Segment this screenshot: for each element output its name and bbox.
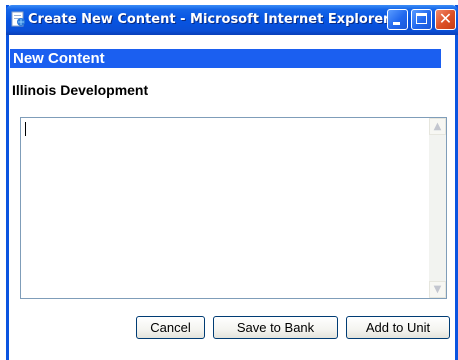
add-to-unit-button[interactable]: Add to Unit [346, 316, 450, 339]
maximize-icon [416, 13, 427, 24]
window-title: Create New Content - Microsoft Internet … [28, 12, 390, 27]
close-button[interactable]: ✕ [435, 9, 456, 30]
close-icon: ✕ [438, 9, 453, 28]
cancel-button[interactable]: Cancel [136, 316, 205, 339]
title-bar[interactable]: Create New Content - Microsoft Internet … [6, 5, 458, 35]
content-textarea[interactable]: ▲ ▼ [20, 117, 447, 299]
content-header-title: New Content [13, 50, 105, 67]
unit-name-label: Illinois Development [12, 82, 149, 98]
ie-page-icon [10, 11, 26, 28]
textarea-scrollbar[interactable]: ▲ ▼ [429, 118, 446, 298]
minimize-button[interactable] [387, 9, 408, 30]
scroll-up-arrow-icon[interactable]: ▲ [429, 118, 446, 135]
content-header-bar: New Content [10, 49, 441, 68]
text-caret [25, 122, 26, 136]
scroll-down-arrow-icon[interactable]: ▼ [429, 281, 446, 298]
minimize-icon [393, 22, 400, 25]
maximize-button[interactable] [411, 9, 432, 30]
save-to-bank-button[interactable]: Save to Bank [213, 316, 338, 339]
